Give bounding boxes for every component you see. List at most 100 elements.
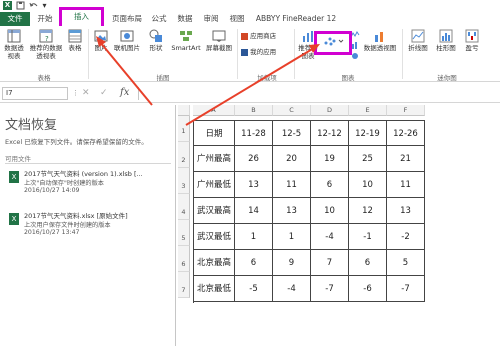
table-cell[interactable]: 26 bbox=[235, 146, 273, 172]
select-all-corner[interactable] bbox=[178, 105, 190, 116]
table-cell[interactable]: -7 bbox=[387, 276, 425, 302]
table-cell[interactable]: 6 bbox=[235, 250, 273, 276]
row-header[interactable]: 2 bbox=[178, 142, 190, 168]
screenshot-button[interactable]: 屏幕截图 bbox=[204, 29, 234, 52]
table-header-cell[interactable]: 12-26 bbox=[387, 120, 425, 146]
table-button[interactable]: 表格 bbox=[66, 29, 84, 52]
table-cell[interactable]: -7 bbox=[311, 276, 349, 302]
formula-input[interactable] bbox=[138, 87, 498, 100]
tab-file[interactable]: 文件 bbox=[0, 12, 30, 26]
table-cell[interactable]: 13 bbox=[235, 172, 273, 198]
column-header[interactable]: C bbox=[273, 105, 311, 116]
smartart-button[interactable]: SmartArt bbox=[170, 29, 202, 52]
recovered-file-item[interactable]: X 2017节气天气资料.xlsx [原始文件] 上次用户保存文件时创建的版本 … bbox=[5, 208, 173, 252]
tab-page-layout[interactable]: 页面布局 bbox=[108, 12, 146, 26]
table-cell[interactable]: 北京最高 bbox=[193, 250, 235, 276]
column-header[interactable]: F bbox=[387, 105, 425, 116]
table-cell[interactable]: 10 bbox=[311, 198, 349, 224]
undo-icon[interactable] bbox=[29, 1, 38, 10]
table-cell[interactable]: -4 bbox=[273, 276, 311, 302]
more-icon[interactable]: ⋮ bbox=[72, 89, 79, 97]
sparkline-winloss-label: 盈亏 bbox=[465, 44, 479, 52]
table-cell[interactable]: -2 bbox=[387, 224, 425, 250]
table-cell[interactable]: -6 bbox=[349, 276, 387, 302]
column-header[interactable]: B bbox=[235, 105, 273, 116]
tab-data[interactable]: 数据 bbox=[174, 12, 196, 26]
available-files-label: 可用文件 bbox=[5, 155, 31, 163]
file-date: 2016/10/27 14:09 bbox=[24, 187, 80, 194]
pictures-label: 图片 bbox=[94, 44, 108, 52]
row-header[interactable]: 3 bbox=[178, 168, 190, 194]
column-header[interactable]: D bbox=[311, 105, 349, 116]
app-store-button[interactable]: 应用商店 bbox=[241, 32, 291, 40]
my-apps-button[interactable]: 我的应用 bbox=[241, 48, 291, 56]
cancel-icon[interactable]: ✕ bbox=[82, 88, 90, 98]
table-cell[interactable]: 9 bbox=[273, 250, 311, 276]
name-box[interactable]: I7 bbox=[2, 87, 68, 100]
table-cell[interactable]: 北京最低 bbox=[193, 276, 235, 302]
table-cell[interactable]: -4 bbox=[311, 224, 349, 250]
online-pictures-button[interactable]: 联机图片 bbox=[112, 29, 142, 52]
insert-function-button[interactable]: fx bbox=[120, 87, 129, 98]
table-cell[interactable]: 6 bbox=[349, 250, 387, 276]
tab-review[interactable]: 审阅 bbox=[200, 12, 222, 26]
table-cell[interactable]: 5 bbox=[387, 250, 425, 276]
table-cell[interactable]: 6 bbox=[311, 172, 349, 198]
column-header[interactable]: A bbox=[193, 105, 235, 116]
table-header-cell[interactable]: 12-19 bbox=[349, 120, 387, 146]
table-cell[interactable]: 7 bbox=[311, 250, 349, 276]
table-cell[interactable]: 14 bbox=[235, 198, 273, 224]
sparkline-column-button[interactable]: 柱形图 bbox=[433, 29, 459, 52]
table-cell[interactable]: 广州最低 bbox=[193, 172, 235, 198]
tab-view[interactable]: 视图 bbox=[226, 12, 248, 26]
enter-icon[interactable]: ✓ bbox=[100, 88, 108, 98]
table-cell[interactable]: -5 bbox=[235, 276, 273, 302]
pivot-table-button[interactable]: 数据透视表 bbox=[2, 29, 26, 60]
table-cell[interactable]: -1 bbox=[349, 224, 387, 250]
save-icon[interactable] bbox=[16, 1, 25, 10]
row-header[interactable]: 1 bbox=[178, 116, 190, 142]
row-header[interactable]: 7 bbox=[178, 272, 190, 298]
group-label-tables: 表格 bbox=[37, 74, 51, 82]
sparkline-winloss-button[interactable]: 盈亏 bbox=[461, 29, 483, 52]
row-header[interactable]: 6 bbox=[178, 246, 190, 272]
worksheet-grid[interactable]: A B C D E F 1 2 3 4 5 6 7 日期 11-28 12-5 12-12 12-19 12-26 广… bbox=[178, 105, 500, 346]
table-cell[interactable]: 武汉最低 bbox=[193, 224, 235, 250]
tab-formulas[interactable]: 公式 bbox=[148, 12, 170, 26]
table-cell[interactable]: 20 bbox=[273, 146, 311, 172]
divider bbox=[5, 163, 171, 164]
table-cell[interactable]: 1 bbox=[273, 224, 311, 250]
table-cell[interactable]: 10 bbox=[349, 172, 387, 198]
sparkline-line-icon bbox=[411, 29, 425, 43]
table-cell[interactable]: 广州最高 bbox=[193, 146, 235, 172]
shapes-button[interactable]: 形状 bbox=[144, 29, 168, 52]
recovered-file-item[interactable]: X 2017节气天气资料 (version 1).xlsb [... 上次"自动… bbox=[5, 166, 173, 210]
table-cell[interactable]: 武汉最高 bbox=[193, 198, 235, 224]
tab-abbyy[interactable]: ABBYY FineReader 12 bbox=[252, 12, 340, 26]
column-header[interactable]: E bbox=[349, 105, 387, 116]
table-cell[interactable]: 13 bbox=[273, 198, 311, 224]
chevron-down-icon[interactable]: ▾ bbox=[40, 1, 49, 10]
table-cell[interactable]: 21 bbox=[387, 146, 425, 172]
sparkline-line-button[interactable]: 折线图 bbox=[405, 29, 431, 52]
tab-home[interactable]: 开始 bbox=[33, 12, 57, 26]
table-header-cell[interactable]: 11-28 bbox=[235, 120, 273, 146]
pivot-chart-button[interactable]: 数据透视图 bbox=[362, 29, 398, 52]
table-header-cell[interactable]: 日期 bbox=[193, 120, 235, 146]
table-cell[interactable]: 11 bbox=[387, 172, 425, 198]
table-cell[interactable]: 25 bbox=[349, 146, 387, 172]
table-cell[interactable]: 1 bbox=[235, 224, 273, 250]
sparkline-winloss-icon bbox=[465, 29, 479, 43]
row-header[interactable]: 4 bbox=[178, 194, 190, 220]
table-header-cell[interactable]: 12-12 bbox=[311, 120, 349, 146]
document-recovery-pane: 文档恢复 Excel 已恢复下列文件。请保存希望保留的文件。 可用文件 X 20… bbox=[0, 105, 176, 346]
table-header-cell[interactable]: 12-5 bbox=[273, 120, 311, 146]
pictures-button[interactable]: 图片 bbox=[92, 29, 110, 52]
recommended-pivot-button[interactable]: ? 推荐的数据透视表 bbox=[28, 29, 64, 60]
table-cell[interactable]: 11 bbox=[273, 172, 311, 198]
table-cell[interactable]: 13 bbox=[387, 198, 425, 224]
row-header[interactable]: 5 bbox=[178, 220, 190, 246]
smartart-label: SmartArt bbox=[171, 44, 201, 52]
table-cell[interactable]: 12 bbox=[349, 198, 387, 224]
table-cell[interactable]: 19 bbox=[311, 146, 349, 172]
